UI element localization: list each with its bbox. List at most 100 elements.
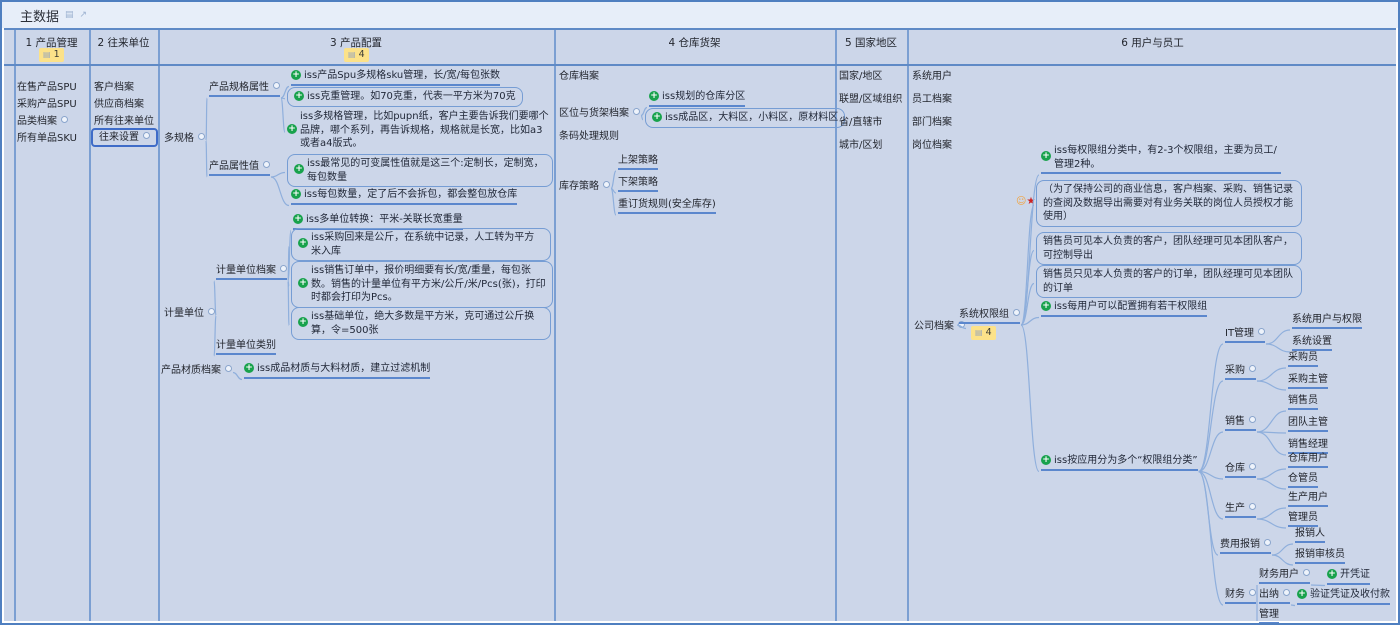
leaf-guanliyuan[interactable]: 管理员 [1288, 511, 1318, 527]
note-text: iss成品材质与大料材质，建立过滤机制 [257, 362, 430, 376]
topic-union-org[interactable]: 联盟/区域组织 [839, 93, 902, 106]
leaf-caigouyuan[interactable]: 采购员 [1288, 351, 1318, 367]
plus-marker-icon: + [294, 91, 304, 101]
leaf-sys-user-perm[interactable]: 系统用户与权限 [1292, 313, 1362, 329]
topic-jiliang[interactable]: 计量单位 [164, 307, 215, 320]
note-perm-user-groups[interactable]: +iss每用户可以配置拥有若干权限组 [1041, 300, 1207, 317]
note-text: （为了保持公司的商业信息，客户档案、采购、销售记录的查阅及数据导出需要对有业务关… [1043, 184, 1293, 222]
topic-material[interactable]: 产品材质档案 [161, 364, 232, 377]
note-text: 销售员可见本人负责的客户，团队经理可见本团队客户，可控制导出 [1043, 236, 1293, 261]
topic-xtqxz[interactable]: 系统权限组 [959, 308, 1020, 324]
topic-city-district[interactable]: 城市/区划 [839, 139, 882, 152]
topic-kucun[interactable]: 库存策略 [559, 180, 610, 193]
note-perm-app-groups[interactable]: +iss按应用分为多个“权限组分类” [1041, 454, 1198, 471]
plus-marker-icon: + [298, 238, 308, 248]
topic-partner-settings-selected[interactable]: 往来设置 [91, 128, 158, 147]
note-text: iss成品区，大料区，小料区，原材料区 [665, 111, 838, 125]
leaf-chuna[interactable]: 出纳 [1259, 588, 1290, 604]
note-kaipingzheng[interactable]: +开凭证 [1327, 568, 1370, 585]
link-icon[interactable]: ↗ [80, 10, 88, 20]
group-cangku[interactable]: 仓库 [1225, 462, 1256, 478]
topic-jl-archive[interactable]: 计量单位档案 [216, 264, 287, 280]
leaf-cangku-user[interactable]: 仓库用户 [1288, 452, 1328, 468]
note-duoguige-mgmt[interactable]: +iss多规格管理，比如pupn纸，客户主要告诉我们要哪个品牌，哪个系列，再告诉… [287, 110, 555, 151]
group-caiwu[interactable]: 财务 [1225, 588, 1256, 604]
note-perm-sales-view[interactable]: 销售员可见本人负责的客户，团队经理可见本团队客户，可控制导出 [1036, 232, 1302, 265]
notes-icon[interactable]: ▤ [65, 10, 74, 20]
group-feiyong[interactable]: 费用报销 [1220, 538, 1271, 554]
note-common-attrs[interactable]: +iss最常见的可变属性值就是这三个:定制长，定制宽，每包数量 [287, 154, 553, 187]
note-base-unit[interactable]: +iss基础单位，绝大多数是平方米，克可通过公斤换算，令=500张 [291, 307, 551, 340]
note-text: 开凭证 [1340, 568, 1370, 582]
topic-all-sku[interactable]: 所有单品SKU [17, 132, 77, 145]
topic-sys-users[interactable]: 系统用户 [912, 70, 952, 83]
topic-warehouse-archive[interactable]: 仓库档案 [559, 70, 599, 83]
note-sales-order[interactable]: +iss销售订单中，报价明细要有长/宽/重量，每包张数。销售的计量单位有平方米/… [291, 261, 553, 308]
plus-marker-icon: + [293, 214, 303, 224]
plus-marker-icon: + [1297, 589, 1307, 599]
xtqxz-tag: ▤4 [971, 326, 996, 340]
leaf-caiwu-user[interactable]: 财务用户 [1259, 568, 1310, 584]
topic-purchase-spu[interactable]: 采购产品SPU [17, 98, 77, 111]
topic-barcode-rules[interactable]: 条码处理规则 [559, 130, 619, 143]
group-shengchan[interactable]: 生产 [1225, 502, 1256, 518]
column-header-6[interactable]: 6 用户与员工 [907, 35, 1398, 50]
plus-marker-icon: + [1041, 151, 1051, 161]
note-kezhong[interactable]: +iss克重管理。如70克重，代表一平方米为70克 [287, 87, 523, 107]
leaf-guanli[interactable]: 管理 [1259, 608, 1279, 624]
note-yanzheng[interactable]: +验证凭证及收付款 [1297, 588, 1390, 605]
topic-country-region[interactable]: 国家/地区 [839, 70, 882, 83]
note-spu-sku[interactable]: +iss产品Spu多规格sku管理，长/宽/每包张数 [291, 69, 500, 86]
note-text: iss最常见的可变属性值就是这三个:定制长，定制宽，每包数量 [307, 157, 546, 184]
note-perm-count[interactable]: +iss每权限组分类中，有2-3个权限组，主要为员工/管理2种。 [1041, 144, 1281, 174]
topic-customer-archive[interactable]: 客户档案 [94, 81, 134, 94]
plus-marker-icon: + [298, 278, 308, 288]
topic-onsale-spu[interactable]: 在售产品SPU [17, 81, 77, 94]
topic-category-archive[interactable]: 品类档案 [17, 115, 68, 128]
column-header-5[interactable]: 5 国家地区 [835, 35, 907, 50]
topic-province[interactable]: 省/直辖市 [839, 116, 882, 129]
leaf-caigou-zhuguan[interactable]: 采购主管 [1288, 373, 1328, 389]
group-xiaoshou[interactable]: 销售 [1225, 415, 1256, 431]
leaf-tuandui-zhuguan[interactable]: 团队主管 [1288, 416, 1328, 432]
note-zones[interactable]: +iss成品区，大料区，小料区，原材料区 [645, 108, 845, 128]
plus-marker-icon: + [652, 112, 662, 122]
note-text: iss采购回来是公斤，在系统中记录，人工转为平方米入库 [311, 231, 544, 258]
topic-employee[interactable]: 员工档案 [912, 93, 952, 106]
leaf-cangguanyuan[interactable]: 仓管员 [1288, 472, 1318, 488]
topic-position[interactable]: 岗位档案 [912, 139, 952, 152]
map-title-bar: 主数据 ▤ ↗ [2, 2, 1398, 28]
note-perm-privacy[interactable]: （为了保持公司的商业信息，客户档案、采购、销售记录的查阅及数据导出需要对有业务关… [1036, 180, 1302, 227]
group-caigou[interactable]: 采购 [1225, 364, 1256, 380]
topic-supplier-archive[interactable]: 供应商档案 [94, 98, 144, 111]
topic-guige-attr[interactable]: 产品规格属性 [209, 81, 280, 97]
group-it[interactable]: IT管理 [1225, 327, 1265, 343]
note-material-filter[interactable]: +iss成品材质与大料材质，建立过滤机制 [244, 362, 430, 379]
leaf-baoxiao-shenheyuan[interactable]: 报销审核员 [1295, 548, 1345, 564]
leaf-shengchan-user[interactable]: 生产用户 [1288, 491, 1328, 507]
topic-attr-value[interactable]: 产品属性值 [209, 160, 270, 176]
topic-jl-category[interactable]: 计量单位类别 [216, 339, 276, 355]
note-perm-sales-order[interactable]: 销售员只见本人负责的客户的订单，团队经理可见本团队的订单 [1036, 265, 1302, 298]
leaf-xiaoshouyuan[interactable]: 销售员 [1288, 394, 1318, 410]
note-per-pack[interactable]: +iss每包数量，定了后不会拆包，都会整包放仓库 [291, 188, 517, 205]
topic-quwei[interactable]: 区位与货架档案 [559, 107, 640, 120]
note-zone-plan[interactable]: +iss规划的仓库分区 [649, 90, 745, 107]
map-title[interactable]: 主数据 [20, 6, 59, 25]
column-header-2[interactable]: 2 往来单位 [89, 35, 158, 50]
grid-line [14, 30, 16, 621]
plus-marker-icon: + [294, 164, 304, 174]
tag-icon: ▤ [975, 326, 983, 340]
topic-xiajia[interactable]: 下架策略 [618, 176, 658, 192]
note-purchase-kg[interactable]: +iss采购回来是公斤，在系统中记录，人工转为平方米入库 [291, 228, 551, 261]
leaf-baoxiaoren[interactable]: 报销人 [1295, 527, 1325, 543]
tag-count: 1 [54, 48, 60, 62]
leaf-sys-settings[interactable]: 系统设置 [1292, 335, 1332, 351]
topic-reorder[interactable]: 重订货规则(安全库存) [618, 198, 716, 214]
topic-shangjia[interactable]: 上架策略 [618, 154, 658, 170]
topic-gongsi[interactable]: 公司档案 [914, 320, 965, 333]
topic-duoguige[interactable]: 多规格 [164, 132, 205, 145]
column-header-4[interactable]: 4 仓库货架 [554, 35, 835, 50]
topic-department[interactable]: 部门档案 [912, 116, 952, 129]
topic-all-partners[interactable]: 所有往来单位 [94, 115, 154, 128]
